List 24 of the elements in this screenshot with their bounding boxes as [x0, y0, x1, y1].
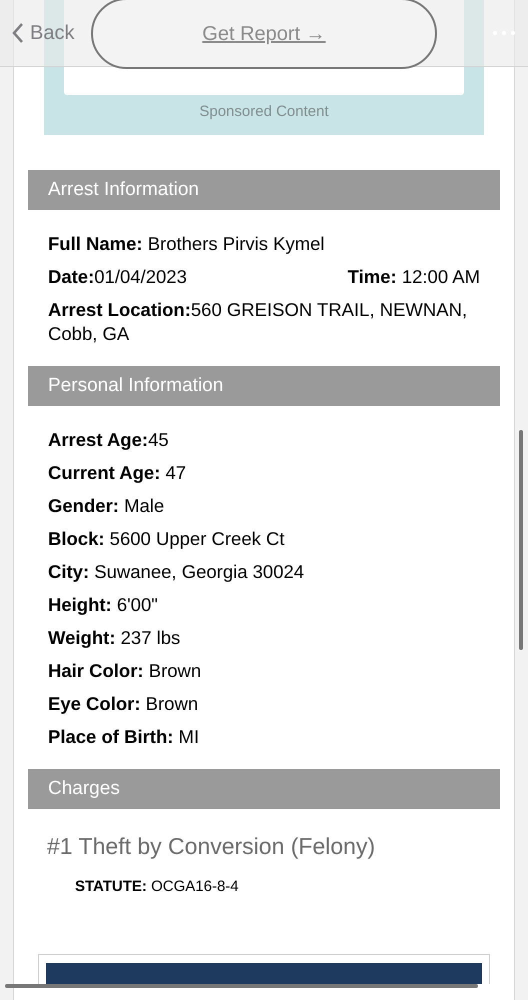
info-field: Hair Color: Brown — [48, 659, 202, 683]
info-field: Current Age: 47 — [48, 461, 186, 485]
info-field: Weight: 237 lbs — [48, 626, 180, 650]
info-field: Arrest Location:560 GREISON TRAIL, NEWNAN, Cobb, GA — [48, 298, 480, 346]
info-field: Gender: Male — [48, 494, 164, 518]
info-field: Date:01/04/2023 — [48, 265, 187, 289]
charge-title: #1 Theft by Conversion (Felony) — [47, 832, 376, 861]
info-field: Time: 12:00 AM — [348, 265, 480, 289]
info-field: City: Suwanee, Georgia 30024 — [48, 560, 304, 584]
section-header: Charges — [28, 769, 500, 809]
info-field: Arrest Age:45 — [48, 428, 169, 452]
more-icon[interactable] — [492, 30, 516, 36]
chevron-left-icon — [12, 22, 24, 44]
info-field: Place of Birth: MI — [48, 725, 200, 749]
info-field: Full Name: Brothers Pirvis Kymel — [48, 232, 325, 256]
sponsored-caption: Sponsored Content — [199, 102, 329, 122]
info-field: Eye Color: Brown — [48, 692, 198, 716]
statute-text: STATUTE: OCGA16-8-4 — [74, 876, 240, 896]
back-button[interactable]: Back — [12, 18, 74, 48]
info-field: Block: 5600 Upper Creek Ct — [48, 527, 284, 551]
section-header: Personal Information — [28, 366, 500, 406]
info-field: Height: 6'00" — [48, 593, 158, 617]
get-report-button[interactable]: Get Report → — [91, 0, 437, 69]
section-header: Arrest Information — [28, 170, 500, 210]
